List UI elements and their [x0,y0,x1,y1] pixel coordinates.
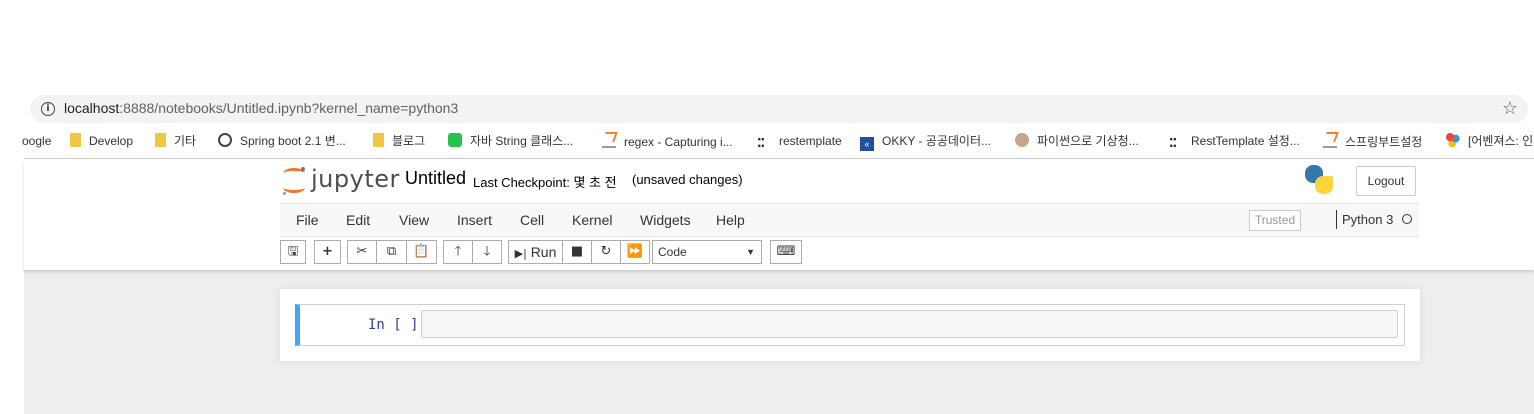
cut-button[interactable]: ✂ [347,240,377,264]
insert-cell-button[interactable]: + [314,240,341,264]
bookmark-item[interactable]: ⁚⁚ RestTemplate 설정... [1169,132,1300,150]
kernel-name: Python 3 [1342,212,1394,227]
code-input[interactable] [421,310,1398,338]
stackoverflow-icon [602,132,616,148]
menu-kernel[interactable]: Kernel [572,212,612,228]
plus-icon: + [322,244,333,259]
stop-icon: ■ [570,244,584,259]
notebook-name[interactable]: Untitled [405,168,466,189]
notebook-header: jupyter Untitled Last Checkpoint: 몇 초 전 … [24,159,1534,270]
restart-button[interactable]: ↻ [591,240,621,264]
bookmark-item[interactable]: 블로그 [373,132,425,150]
python-logo-icon [1305,165,1335,195]
bookmark-item[interactable]: Spring boot 2.1 변... [218,132,346,150]
menu-insert[interactable]: Insert [457,212,492,228]
bookmark-item[interactable]: oogle [22,132,51,150]
menu-view[interactable]: View [399,212,429,228]
scissors-icon: ✂ [356,244,368,259]
bookmark-item[interactable]: 기타 [155,132,196,150]
save-button[interactable]: 🖫 [280,240,306,264]
dots-icon: ⁚⁚ [1169,136,1177,150]
input-prompt: In [ ]: [368,317,428,333]
url-text[interactable]: localhost:8888/notebooks/Untitled.ipynb?… [64,100,458,116]
kernel-divider [1336,210,1337,229]
menu-help[interactable]: Help [716,212,745,228]
bookmark-item[interactable]: regex - Capturing i... [602,132,733,150]
bookmark-item[interactable]: Develop [70,132,133,150]
code-cell[interactable]: In [ ]: [295,304,1405,346]
keyboard-icon: ⌨ [776,244,796,259]
menu-widgets[interactable]: Widgets [640,212,691,228]
bookmark-item[interactable]: 스프링부트설정 [1323,132,1422,150]
checkpoint-status: Last Checkpoint: 몇 초 전 [473,175,617,190]
bookmark-item[interactable]: ⁚⁚ restemplate [757,132,842,150]
bookmark-item[interactable]: [어벤져스: 인 [1446,132,1533,150]
okky-icon: « [860,137,874,151]
fast-forward-icon: ⏩ [626,244,644,259]
paste-button[interactable]: 📋 [406,240,437,264]
folder-icon [155,133,166,147]
multi-icon [1446,133,1460,147]
paste-icon: 📋 [413,244,430,259]
globe-icon [218,133,232,147]
bookmark-item[interactable]: «OKKY - 공공데이터... [860,132,991,151]
run-button[interactable]: ▶︎| Run [508,240,563,264]
save-icon: 🖫 [287,244,299,259]
kernel-idle-icon [1402,214,1412,224]
cell-type-value: Code [658,245,687,259]
address-bar[interactable]: i localhost:8888/notebooks/Untitled.ipyn… [30,95,1528,123]
cell-type-select[interactable]: Code ▼ [652,240,762,264]
move-up-button[interactable]: 🡑 [443,240,473,264]
step-forward-icon: ▶︎| [514,247,527,260]
command-palette-button[interactable]: ⌨ [770,240,802,264]
move-down-button[interactable]: 🡓 [472,240,502,264]
notebook-container: In [ ]: [280,289,1420,361]
info-icon[interactable]: i [41,102,55,116]
refresh-icon: ↻ [600,244,612,259]
window-top-area [0,0,1534,95]
page-content: jupyter Untitled Last Checkpoint: 몇 초 전 … [24,159,1534,414]
trusted-indicator[interactable]: Trusted [1249,210,1301,231]
dots-icon: ⁚⁚ [757,136,765,150]
line-icon [448,133,462,147]
copy-icon: ⧉ [386,244,397,259]
menu-edit[interactable]: Edit [346,212,370,228]
folder-icon [70,133,81,147]
bookmark-item[interactable]: 파이썬으로 기상청... [1015,132,1139,150]
interrupt-button[interactable]: ■ [562,240,592,264]
logout-button[interactable]: Logout [1356,166,1416,196]
bookmarks-bar: oogle Develop 기타 Spring boot 2.1 변... 블로… [0,128,1534,154]
run-label: Run [530,244,557,260]
jupyter-icon [283,167,305,195]
menu-file[interactable]: File [296,212,319,228]
bookmark-star-icon[interactable]: ☆ [1502,98,1518,119]
restart-run-all-button[interactable]: ⏩ [620,240,650,264]
menu-cell[interactable]: Cell [520,212,544,228]
chevron-down-icon: ▼ [746,247,755,257]
logo-text: jupyter [311,165,400,193]
bookmark-item[interactable]: 자바 String 클래스... [448,132,573,150]
arrow-up-icon: 🡑 [454,244,462,259]
face-icon [1015,133,1029,147]
autosave-status: (unsaved changes) [632,172,743,187]
arrow-down-icon: 🡓 [483,244,491,259]
stackoverflow-icon [1323,132,1337,148]
menubar: File Edit View Insert Cell Kernel Widget… [280,203,1419,237]
copy-button[interactable]: ⧉ [376,240,407,264]
folder-icon [373,133,384,147]
